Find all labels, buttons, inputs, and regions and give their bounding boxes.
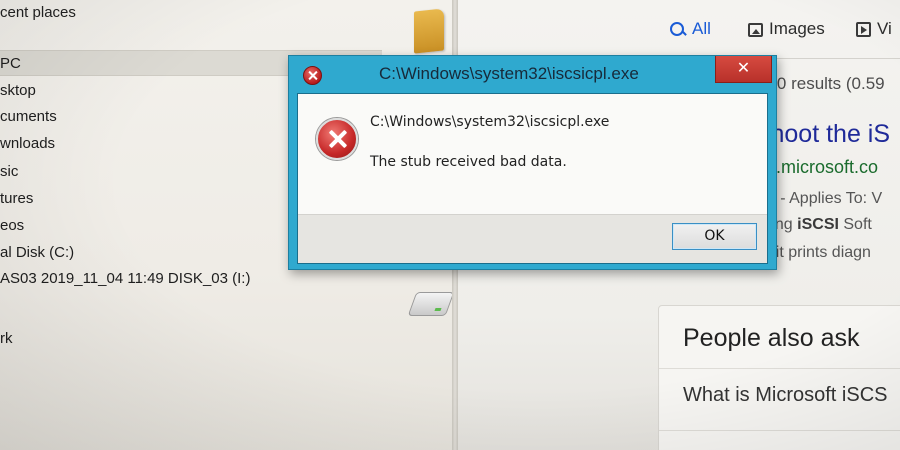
tab-all[interactable]: All: [670, 16, 711, 42]
tab-all-label: All: [692, 19, 711, 38]
error-source-path: C:\Windows\system32\iscsicpl.exe: [370, 114, 610, 130]
close-button[interactable]: ✕: [715, 56, 772, 83]
drive-icon[interactable]: [407, 292, 455, 316]
paa-question[interactable]: What is Microsoft iSCS: [683, 384, 887, 407]
recent-places-header[interactable]: cent places: [0, 4, 76, 21]
people-also-ask-card: People also ask What is Microsoft iSCS: [658, 305, 900, 450]
search-icon: [670, 21, 686, 38]
dialog-body: C:\Windows\system32\iscsicpl.exe The stu…: [297, 93, 768, 264]
error-dialog: C:\Windows\system32\iscsicpl.exe ✕ C:\Wi…: [288, 55, 777, 270]
tab-videos-label: Vi: [877, 19, 892, 38]
error-icon: [316, 118, 358, 160]
ok-button[interactable]: OK: [672, 223, 757, 250]
dialog-message-area: C:\Windows\system32\iscsicpl.exe The stu…: [298, 94, 767, 214]
tab-videos[interactable]: Vi: [856, 16, 892, 42]
dialog-titlebar[interactable]: C:\Windows\system32\iscsicpl.exe ✕: [289, 56, 776, 92]
tab-images-label: Images: [769, 19, 825, 38]
nav-item-network[interactable]: rk: [0, 326, 382, 352]
search-tab-bar: All Images Vi: [458, 0, 900, 60]
result-title-link[interactable]: shoot the iS: [758, 120, 890, 149]
image-icon: [748, 22, 763, 37]
folder-icon[interactable]: [414, 8, 444, 54]
snippet-suffix: Soft: [838, 216, 872, 233]
tab-images[interactable]: Images: [748, 16, 825, 42]
people-also-ask-title: People also ask: [683, 324, 860, 352]
dialog-title: C:\Windows\system32\iscsicpl.exe: [379, 64, 639, 83]
dialog-button-bar: OK: [298, 214, 767, 263]
snippet-bold-term: iSCSI: [797, 216, 839, 233]
error-title-icon: [303, 66, 322, 85]
paa-divider: [659, 368, 900, 369]
video-icon: [856, 22, 871, 38]
error-message: The stub received bad data.: [370, 154, 567, 170]
paa-divider-2: [659, 430, 900, 431]
